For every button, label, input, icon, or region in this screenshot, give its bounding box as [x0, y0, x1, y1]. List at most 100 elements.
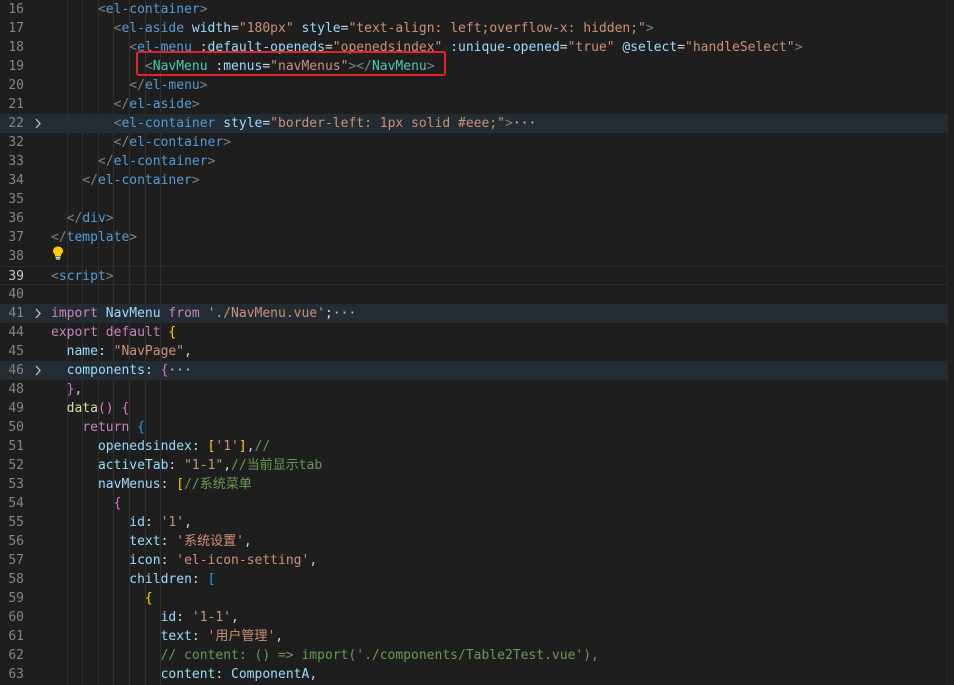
- code-line[interactable]: 62 // content: () => import('./component…: [0, 646, 954, 665]
- code-token: =: [262, 116, 271, 131]
- code-token: "true": [567, 40, 615, 55]
- code-editor[interactable]: 16 <el-container> 17 <el-aside width="180…: [0, 0, 954, 685]
- code-line[interactable]: 33 </el-container>: [0, 152, 954, 171]
- code-line[interactable]: 53 navMenus: [//系统菜单: [0, 475, 954, 494]
- code-token: </: [113, 135, 130, 150]
- code-token: </: [129, 78, 145, 93]
- code-token: >: [207, 154, 216, 169]
- code-token: //: [254, 439, 271, 454]
- line-code: </el-aside>: [51, 95, 200, 114]
- code-line[interactable]: 52 activeTab: "1-1",//当前显示tab: [0, 456, 954, 475]
- code-line[interactable]: 35: [0, 190, 954, 209]
- line-number: 60: [8, 610, 24, 625]
- line-code: </template>: [51, 228, 137, 247]
- code-line[interactable]: 32 </el-container>: [0, 133, 954, 152]
- code-token: el-container: [113, 154, 208, 169]
- code-token: >: [199, 2, 208, 17]
- code-token: "1-1": [184, 458, 224, 473]
- line-number: 52: [8, 458, 24, 473]
- code-line[interactable]: 22 <el-container style="border-left: 1px…: [0, 114, 954, 133]
- code-token: el-container: [97, 173, 192, 188]
- code-line[interactable]: 38: [0, 247, 954, 266]
- code-line[interactable]: 36 </div>: [0, 209, 954, 228]
- code-line[interactable]: 61 text: '用户管理',: [0, 627, 954, 646]
- scrollbar-track[interactable]: [947, 0, 954, 685]
- line-number: 38: [8, 249, 24, 264]
- code-token: ,: [74, 382, 83, 397]
- code-token: >: [129, 230, 138, 245]
- lightbulb-icon[interactable]: [52, 246, 64, 260]
- code-line[interactable]: 55 id: '1',: [0, 513, 954, 532]
- code-line[interactable]: 46 components: {···: [0, 361, 954, 380]
- code-token: style: [223, 116, 263, 131]
- code-line[interactable]: 48 },: [0, 380, 954, 399]
- code-token: ;: [324, 306, 333, 321]
- line-code: import NavMenu from './NavMenu.vue';···: [51, 304, 356, 323]
- line-number: 20: [8, 78, 24, 93]
- code-line[interactable]: 51 openedsindex: ['1'],//: [0, 437, 954, 456]
- code-line[interactable]: 63 content: ComponentA,: [0, 665, 954, 684]
- code-line[interactable]: 57 icon: 'el-icon-setting',: [0, 551, 954, 570]
- line-number: 35: [8, 192, 24, 207]
- code-line[interactable]: 34 </el-container>: [0, 171, 954, 190]
- code-line[interactable]: 56 text: '系统设置',: [0, 532, 954, 551]
- line-number: 54: [8, 496, 24, 511]
- line-number: 41: [8, 306, 24, 321]
- code-line[interactable]: 16 <el-container>: [0, 0, 954, 19]
- code-token: 'el-icon-setting': [176, 553, 310, 568]
- code-line[interactable]: 54 {: [0, 494, 954, 513]
- code-line[interactable]: 44 export default {: [0, 323, 954, 342]
- code-token: template: [66, 230, 130, 245]
- code-token: <: [97, 2, 106, 17]
- annotation-highlight-box: [136, 51, 446, 76]
- code-token: script: [58, 269, 106, 284]
- code-token: [: [176, 477, 185, 492]
- code-line[interactable]: 59 {: [0, 589, 954, 608]
- code-token: >: [191, 97, 200, 112]
- code-line[interactable]: 41 import NavMenu from './NavMenu.vue';··…: [0, 304, 954, 323]
- code-line[interactable]: 40: [0, 285, 954, 304]
- line-number: 58: [8, 572, 24, 587]
- code-token: ,: [184, 344, 192, 359]
- code-token: >: [191, 173, 200, 188]
- code-token: text: [129, 534, 161, 549]
- code-token: {: [113, 496, 122, 511]
- code-line[interactable]: 17 <el-aside width="180px" style="text-a…: [0, 19, 954, 38]
- code-line[interactable]: 45 name: "NavPage",: [0, 342, 954, 361]
- line-number: 44: [8, 325, 24, 340]
- code-line[interactable]: 39 <script>: [0, 266, 954, 285]
- code-line[interactable]: 49 data() {: [0, 399, 954, 418]
- line-code: openedsindex: ['1'],//: [51, 437, 270, 456]
- line-number: 18: [8, 40, 24, 55]
- code-token: ComponentA: [231, 667, 310, 682]
- code-token: import: [51, 306, 98, 321]
- code-line[interactable]: 60 id: '1-1',: [0, 608, 954, 627]
- code-line[interactable]: 58 children: [: [0, 570, 954, 589]
- line-code: <el-container style="border-left: 1px so…: [51, 114, 537, 133]
- code-line[interactable]: 37 </template>: [0, 228, 954, 247]
- code-line[interactable]: 21 </el-aside>: [0, 95, 954, 114]
- code-line[interactable]: 20 </el-menu>: [0, 76, 954, 95]
- code-token: ···: [512, 116, 537, 131]
- code-token: :: [160, 477, 177, 492]
- code-token: ,: [184, 515, 192, 530]
- line-number: 57: [8, 553, 24, 568]
- code-token: ,: [246, 439, 255, 454]
- code-token: >: [645, 21, 654, 36]
- code-line[interactable]: 50 return {: [0, 418, 954, 437]
- code-token: div: [82, 211, 106, 226]
